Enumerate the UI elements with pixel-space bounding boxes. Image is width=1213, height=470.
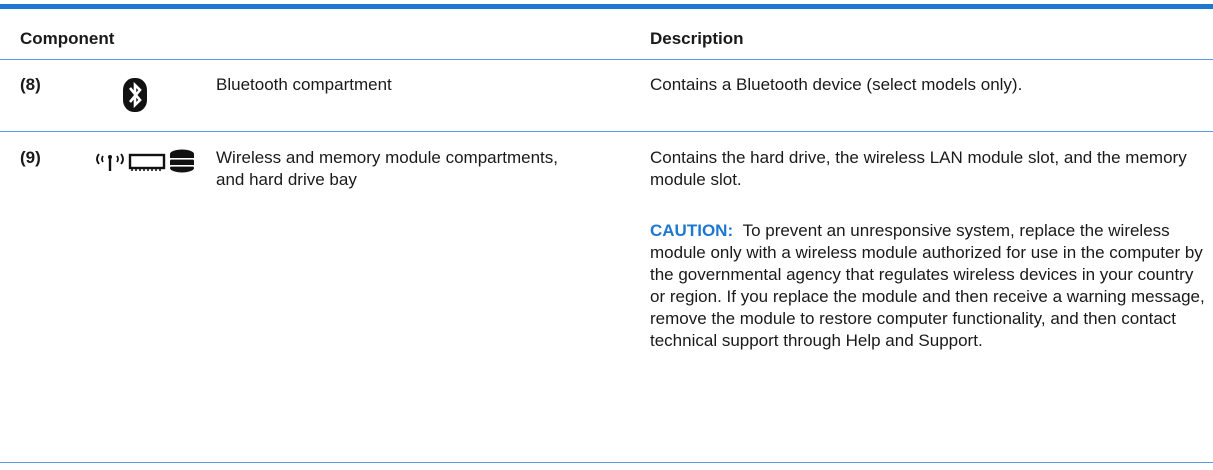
bluetooth-icon bbox=[123, 78, 147, 117]
wireless-icon bbox=[96, 153, 124, 171]
component-description: Contains the hard drive, the wireless LA… bbox=[650, 147, 1205, 191]
header-description: Description bbox=[650, 29, 744, 48]
component-name: Bluetooth compartment bbox=[216, 75, 392, 94]
caution-text: To prevent an unresponsive system, repla… bbox=[650, 221, 1205, 350]
table-bottom-rule bbox=[0, 462, 1213, 463]
table-header: Component Description bbox=[0, 9, 1213, 59]
caution-label: CAUTION: bbox=[650, 221, 734, 240]
component-description: Contains a Bluetooth device (select mode… bbox=[650, 75, 1023, 94]
caution-note: CAUTION: To prevent an unresponsive syst… bbox=[650, 220, 1205, 352]
description-text: Contains the hard drive, the wireless LA… bbox=[650, 148, 1187, 189]
hard-drive-icon bbox=[170, 149, 194, 173]
component-name: Wireless and memory module compartments,… bbox=[216, 148, 559, 189]
row-number: (8) bbox=[20, 75, 41, 94]
memory-module-icon bbox=[128, 153, 166, 171]
row-divider bbox=[0, 131, 1213, 132]
wireless-memory-drive-icons bbox=[94, 149, 204, 178]
header-divider bbox=[0, 59, 1213, 60]
row-number: (9) bbox=[20, 148, 41, 167]
header-component: Component bbox=[20, 29, 115, 48]
